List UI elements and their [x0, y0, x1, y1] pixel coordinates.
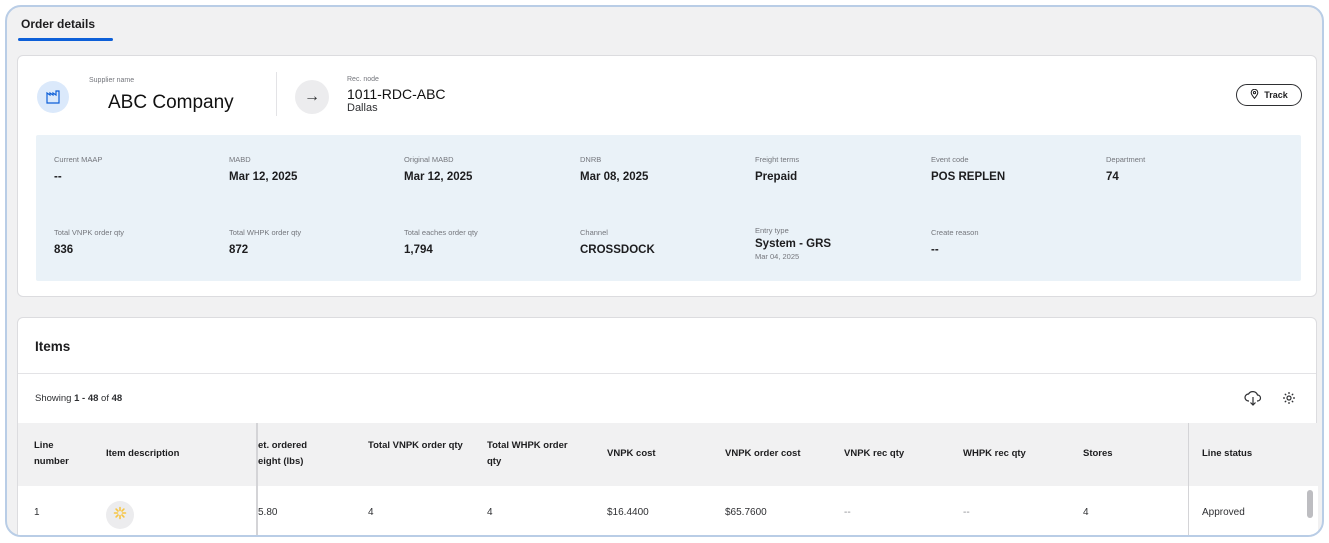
field-mabd: MABD Mar 12, 2025: [229, 155, 297, 183]
items-divider: [18, 373, 1316, 374]
cell-vnpk-order-cost: $65.7600: [725, 507, 767, 518]
column-header-line-number[interactable]: Line number: [34, 438, 78, 470]
rec-node-label: Rec. node: [347, 76, 379, 83]
cell-vnpk-rec-qty: --: [844, 507, 851, 518]
pagination-summary: Showing 1 - 48 of 48: [35, 393, 122, 404]
frozen-column-divider: [256, 423, 258, 535]
supplier-name: ABC Company: [108, 92, 234, 113]
header-divider: [276, 72, 277, 116]
field-value: 872: [229, 244, 249, 256]
location-pin-icon: [1250, 88, 1259, 101]
column-header-total-whpk-order-qty[interactable]: Total WHPK order qty: [487, 438, 582, 470]
field-value: System - GRS: [755, 238, 832, 250]
field-total-whpk-order-qty: Total WHPK order qty 872: [229, 228, 301, 256]
field-label: Total VNPK order qty: [54, 228, 125, 237]
field-value: Prepaid: [755, 171, 798, 183]
tab-order-details[interactable]: Order details: [21, 17, 95, 31]
field-value: CROSSDOCK: [580, 244, 655, 256]
track-button-label: Track: [1264, 90, 1288, 100]
column-header-stores[interactable]: Stores: [1083, 446, 1113, 462]
cell-stores: 4: [1083, 507, 1089, 518]
spark-icon: [113, 506, 127, 525]
field-event-code: Event code POS REPLEN: [931, 155, 1005, 183]
settings-gear-icon[interactable]: [1280, 389, 1298, 407]
column-header-ordered-weight[interactable]: et. ordered eight (lbs): [258, 438, 328, 470]
field-label: Channel: [580, 228, 608, 237]
showing-range: 1 - 48: [74, 393, 99, 404]
items-table-header: Line number Item description et. ordered…: [18, 423, 1318, 486]
rec-node-city: Dallas: [347, 102, 378, 114]
field-value: Mar 12, 2025: [229, 171, 298, 183]
field-value: 74: [1106, 171, 1119, 183]
supplier-name-label: Supplier name: [89, 77, 135, 84]
field-value: Mar 08, 2025: [580, 171, 649, 183]
cell-ordered-weight: 5.80: [258, 507, 278, 518]
showing-of: of: [98, 393, 112, 404]
field-label: Entry type: [755, 226, 789, 235]
field-create-reason: Create reason --: [931, 228, 979, 256]
active-tab-indicator: [18, 38, 113, 41]
item-thumbnail[interactable]: [106, 501, 134, 529]
field-label: DNRB: [580, 155, 602, 164]
field-label: Total eaches order qty: [404, 228, 478, 237]
order-details-frame: Order details Supplier name ABC Company …: [5, 5, 1324, 537]
order-summary-card: Supplier name ABC Company → Rec. node 10…: [17, 55, 1317, 297]
supplier-icon: [37, 81, 69, 113]
cell-total-vnpk-order-qty: 4: [368, 507, 374, 518]
field-dnrb: DNRB Mar 08, 2025: [580, 155, 648, 183]
cell-line-number: 1: [34, 507, 40, 518]
table-scrollbar[interactable]: [1307, 490, 1313, 518]
field-total-eaches-order-qty: Total eaches order qty 1,794: [404, 228, 478, 256]
field-value: 1,794: [404, 244, 433, 256]
field-label: Total WHPK order qty: [229, 228, 302, 237]
column-header-total-vnpk-order-qty[interactable]: Total VNPK order qty: [368, 438, 463, 454]
field-channel: Channel CROSSDOCK: [580, 228, 655, 256]
column-header-line-status[interactable]: Line status: [1202, 446, 1252, 462]
order-info-panel: Current MAAP -- MABD Mar 12, 2025 Origin…: [36, 135, 1301, 281]
cell-whpk-rec-qty: --: [963, 507, 970, 518]
arrow-right-icon: →: [295, 80, 329, 114]
rec-node-value: 1011-RDC-ABC: [347, 86, 446, 102]
field-label: Department: [1106, 155, 1146, 164]
column-header-vnpk-order-cost[interactable]: VNPK order cost: [725, 446, 801, 462]
cell-vnpk-cost: $16.4400: [607, 507, 649, 518]
field-label: Original MABD: [404, 155, 454, 164]
cell-total-whpk-order-qty: 4: [487, 507, 493, 518]
field-value: --: [931, 244, 939, 256]
column-header-vnpk-rec-qty[interactable]: VNPK rec qty: [844, 446, 904, 462]
field-freight-terms: Freight terms Prepaid: [755, 155, 799, 183]
table-row[interactable]: 1 5.80 4 4 $16.4400 $65.7600 -- -- 4 App…: [18, 486, 1318, 535]
field-value: 836: [54, 244, 74, 256]
field-entry-type: Entry type System - GRS Mar 04, 2025: [755, 226, 831, 261]
cloud-download-icon[interactable]: [1244, 389, 1262, 407]
field-original-mabd: Original MABD Mar 12, 2025: [404, 155, 472, 183]
field-department: Department 74: [1106, 155, 1145, 183]
showing-total: 48: [111, 393, 123, 404]
tab-bar: Order details: [7, 7, 1322, 47]
field-label: Current MAAP: [54, 155, 103, 164]
field-subvalue: Mar 04, 2025: [755, 252, 800, 261]
cell-line-status: Approved: [1202, 507, 1245, 518]
field-current-maap: Current MAAP --: [54, 155, 102, 183]
items-card: Items Showing 1 - 48 of 48 Line number I…: [17, 317, 1318, 535]
field-total-vnpk-order-qty: Total VNPK order qty 836: [54, 228, 124, 256]
field-label: Create reason: [931, 228, 979, 237]
field-value: --: [54, 171, 62, 183]
column-header-item-description[interactable]: Item description: [106, 446, 179, 462]
status-column-divider: [1188, 423, 1189, 535]
field-label: Event code: [931, 155, 969, 164]
track-button[interactable]: Track: [1236, 84, 1302, 106]
field-label: MABD: [229, 155, 251, 164]
column-header-vnpk-cost[interactable]: VNPK cost: [607, 446, 656, 462]
showing-prefix: Showing: [35, 393, 75, 404]
field-value: POS REPLEN: [931, 171, 1006, 183]
column-header-whpk-rec-qty[interactable]: WHPK rec qty: [963, 446, 1026, 462]
field-label: Freight terms: [755, 155, 800, 164]
field-value: Mar 12, 2025: [404, 171, 473, 183]
items-title: Items: [35, 339, 71, 354]
